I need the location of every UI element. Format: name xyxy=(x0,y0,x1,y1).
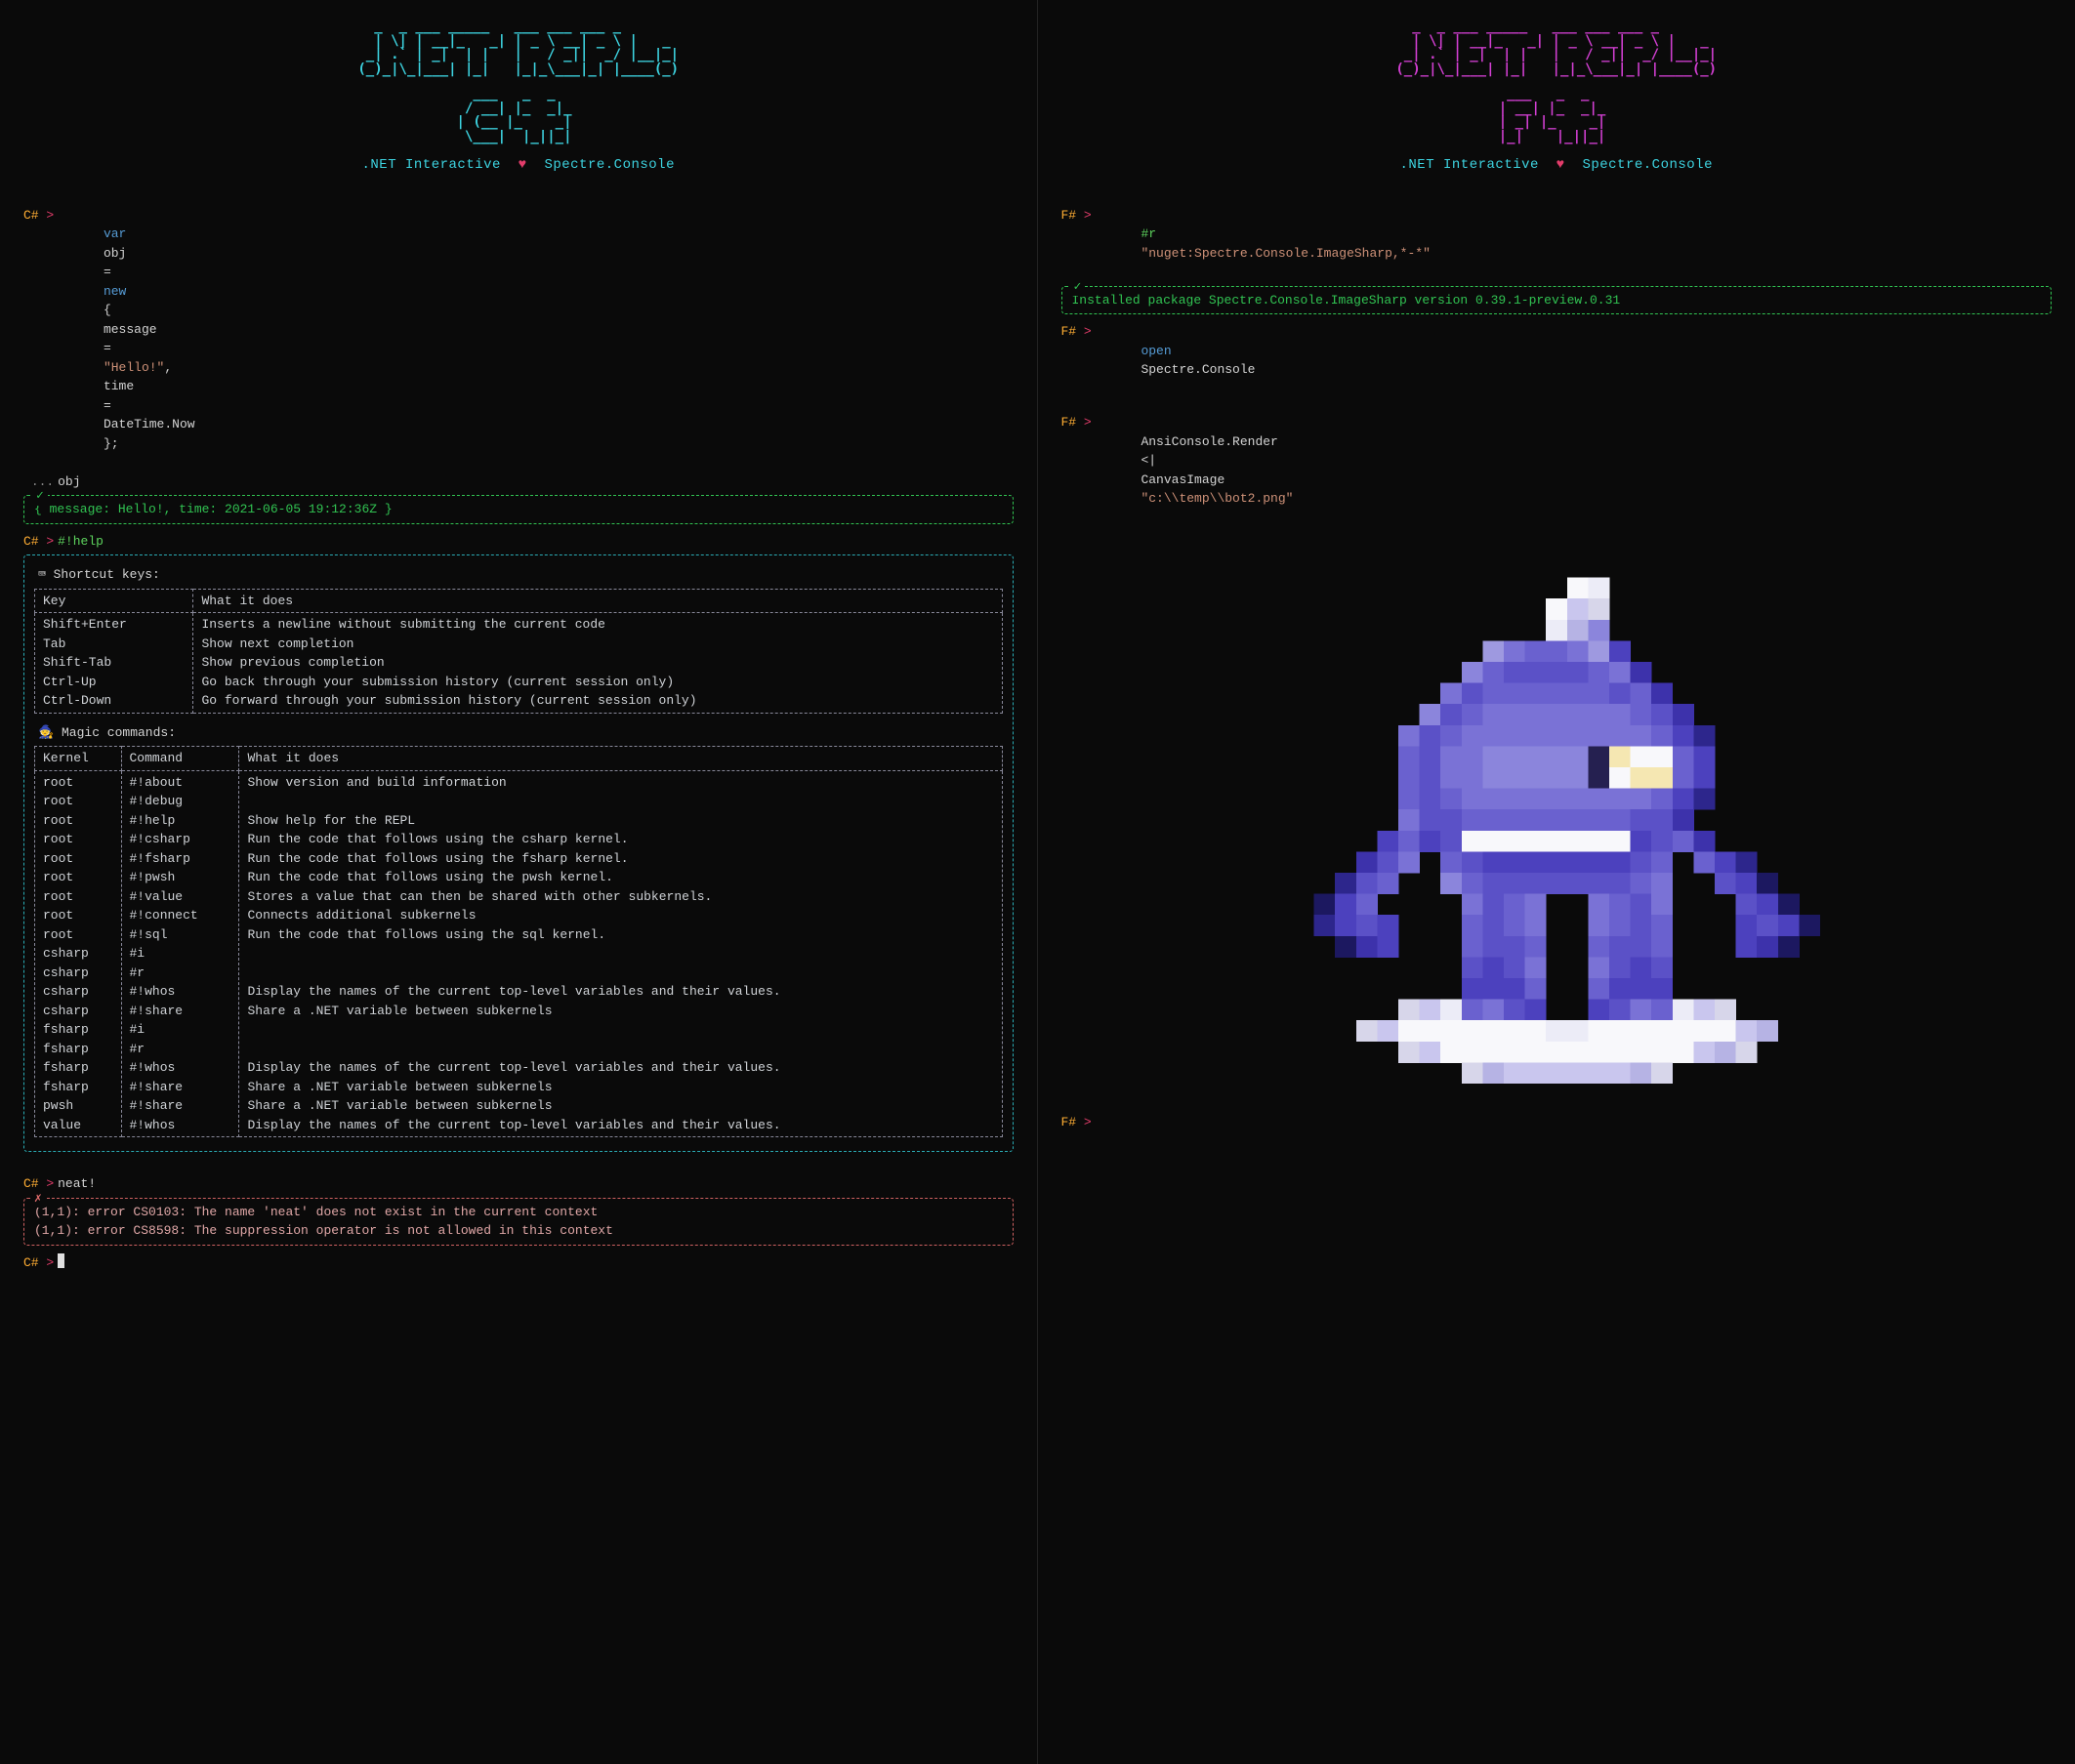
table-header: What it does xyxy=(239,747,1002,771)
kw-var: var xyxy=(104,226,126,241)
check-icon: ✓ xyxy=(32,486,48,506)
cursor xyxy=(58,1253,64,1268)
subtitle-interactive: .NET Interactive xyxy=(362,157,501,173)
table-row: Shift+EnterTabShift-TabCtrl-UpCtrl-DownI… xyxy=(35,613,1003,714)
csharp-error-output: ✗ (1,1): error CS0103: The name 'neat' d… xyxy=(23,1198,1014,1246)
csharp-input-active[interactable]: C# > xyxy=(23,1253,1014,1273)
fsharp-output-1: ✓ Installed package Spectre.Console.Imag… xyxy=(1061,286,2053,315)
table-header: What it does xyxy=(193,589,1002,613)
heart-icon: ♥ xyxy=(519,157,527,173)
table-cell: Show version and build information Show … xyxy=(239,770,1002,1137)
banner-fsharp: ___ _ _ | __| |_ _|_ | _| |_ _| |_| |_||… xyxy=(1499,87,1614,144)
table-row: rootrootrootrootrootrootrootrootrootcsha… xyxy=(35,770,1003,1137)
canvas-image-output xyxy=(1293,556,1820,1084)
csharp-output-1: ✓ { message: Hello!, time: 2021-06-05 19… xyxy=(23,495,1014,524)
csharp-input-3[interactable]: C# > neat! xyxy=(23,1174,1014,1194)
table-cell: Inserts a newline without submitting the… xyxy=(193,613,1002,714)
fsharp-input-2[interactable]: F# > open Spectre.Console xyxy=(1061,322,2053,398)
banner-csharp: ___ _ _ / __| |_ _|_ | (__ |_ _| \___| |… xyxy=(457,87,580,144)
shortcut-keys-table: KeyWhat it does Shift+EnterTabShift-TabC… xyxy=(34,589,1003,714)
table-header: Command xyxy=(121,747,239,771)
fsharp-input-active[interactable]: F# > xyxy=(1061,1113,2053,1132)
kw-new: new xyxy=(104,284,126,299)
subtitle-spectre: Spectre.Console xyxy=(544,157,675,173)
csharp-input-1[interactable]: C# > var obj = new { message = "Hello!",… xyxy=(23,206,1014,472)
subtitle-spectre: Spectre.Console xyxy=(1582,157,1713,173)
subtitle-left: .NET Interactive ♥ Spectre.Console xyxy=(23,154,1014,176)
banner-dotnet-repl: _ _ ___ _____ ___ ___ ___ _ | \| | __|_ … xyxy=(1388,20,1725,77)
csharp-input-1-cont[interactable]: ... obj xyxy=(23,472,1014,492)
shortcut-keys-header: ⌨ Shortcut keys: xyxy=(38,565,1003,585)
table-cell: #!about#!debug#!help#!csharp#!fsharp#!pw… xyxy=(121,770,239,1137)
subtitle-right: .NET Interactive ♥ Spectre.Console xyxy=(1061,154,2053,176)
fsharp-input-3[interactable]: F# > AnsiConsole.Render <| CanvasImage "… xyxy=(1061,413,2053,527)
table-cell: Shift+EnterTabShift-TabCtrl-UpCtrl-Down xyxy=(35,613,193,714)
fsharp-input-1[interactable]: F# > #r "nuget:Spectre.Console.ImageShar… xyxy=(1061,206,2053,282)
heart-icon: ♥ xyxy=(1556,157,1565,173)
help-output: ⌨ Shortcut keys: KeyWhat it does Shift+E… xyxy=(23,554,1014,1152)
table-header: Kernel xyxy=(35,747,122,771)
magic-commands-table: KernelCommandWhat it does rootrootrootro… xyxy=(34,746,1003,1137)
fsharp-repl-pane: _ _ ___ _____ ___ ___ ___ _ | \| | __|_ … xyxy=(1038,0,2075,1764)
csharp-repl-pane: _ _ ___ _____ ___ ___ ___ _ | \| | __|_ … xyxy=(0,0,1038,1764)
table-cell: rootrootrootrootrootrootrootrootrootcsha… xyxy=(35,770,122,1137)
csharp-input-2[interactable]: C# > #!help xyxy=(23,532,1014,552)
magic-commands-header: 🧙 Magic commands: xyxy=(38,723,1003,743)
x-icon: ✗ xyxy=(30,1189,46,1209)
banner-dotnet-repl: _ _ ___ _____ ___ ___ ___ _ | \| | __|_ … xyxy=(350,20,687,77)
check-icon: ✓ xyxy=(1070,277,1086,297)
kw-open: open xyxy=(1141,344,1171,358)
table-header: Key xyxy=(35,589,193,613)
subtitle-interactive: .NET Interactive xyxy=(1400,157,1539,173)
